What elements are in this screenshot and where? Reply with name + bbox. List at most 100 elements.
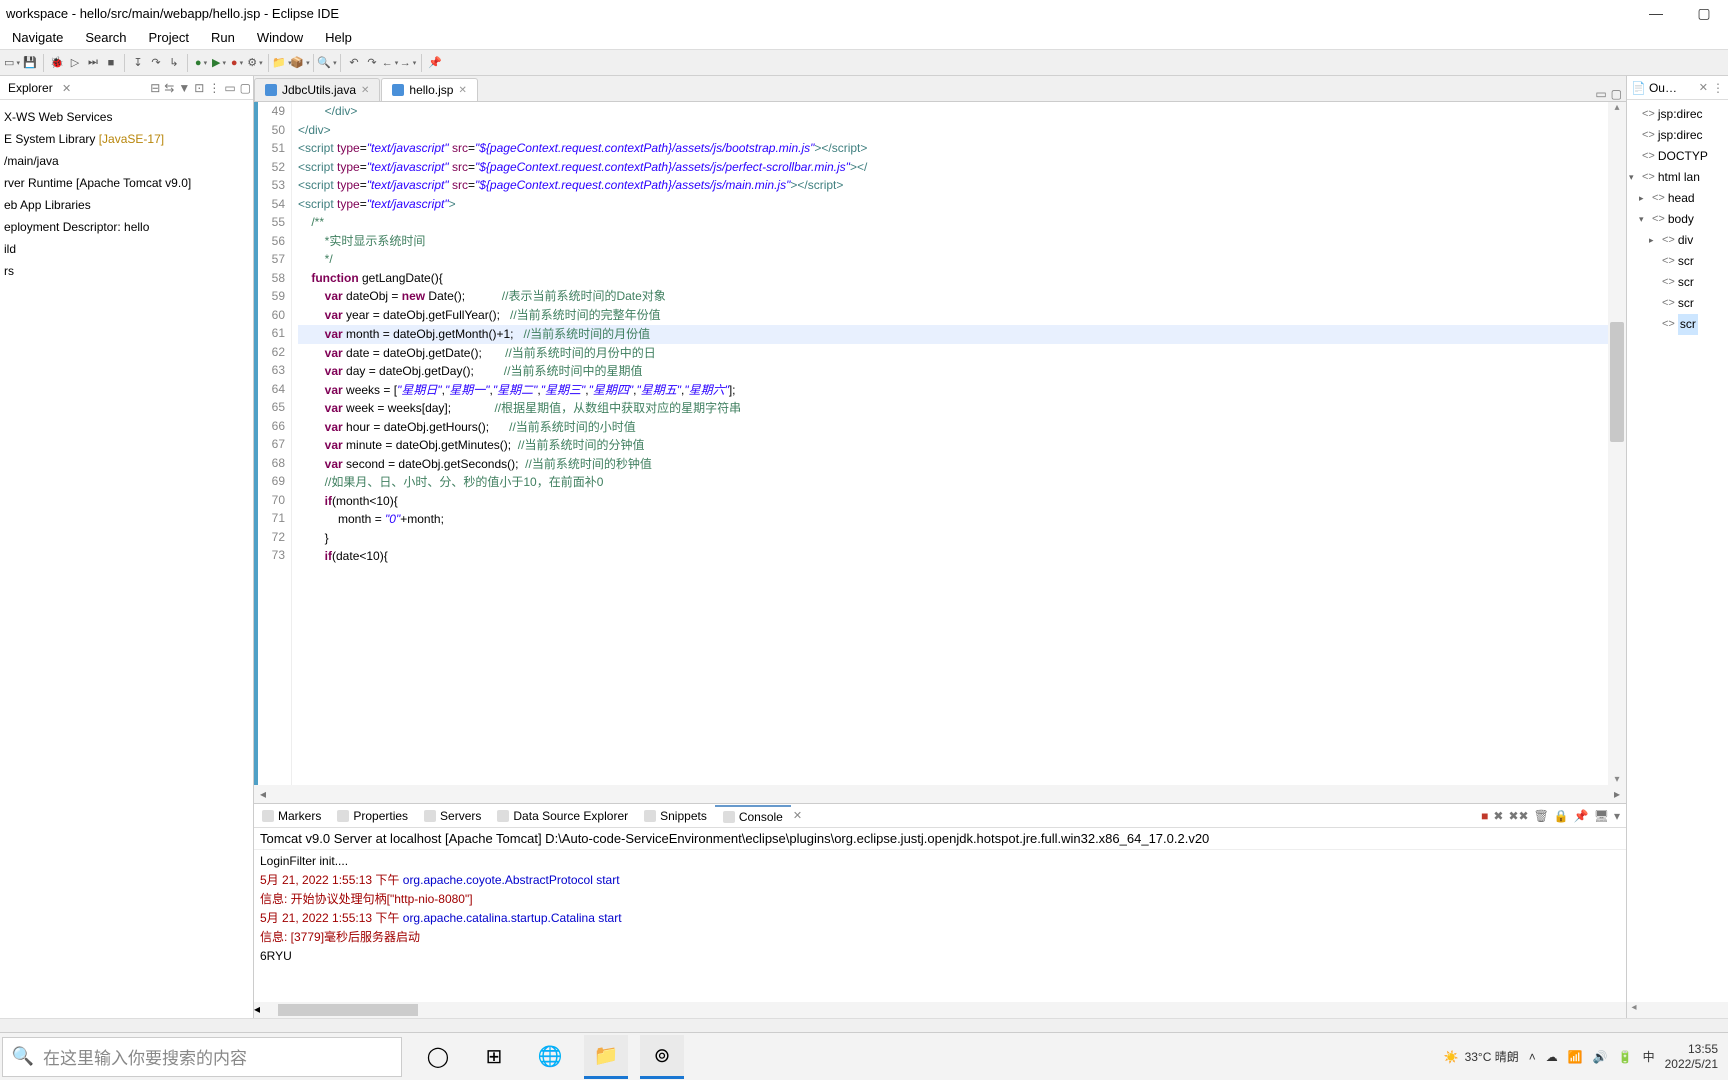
bottom-tab-markers[interactable]: Markers [254,806,329,826]
menu-navigate[interactable]: Navigate [2,27,73,48]
outline-item[interactable]: <>jsp:direc [1629,104,1726,125]
debug-icon[interactable]: 🐞 [49,55,65,71]
pin-console-icon[interactable]: 📌 [1574,809,1589,823]
task-view-icon[interactable]: ⊞ [472,1035,516,1079]
nav-back-icon[interactable]: ← [382,55,398,71]
minimize-pane-icon[interactable]: ▭ [1595,87,1606,101]
taskbar-search[interactable]: 🔍 在这里输入你要搜索的内容 [2,1037,402,1077]
menu-project[interactable]: Project [139,27,199,48]
tree-item[interactable]: ild [4,238,249,260]
outline-item[interactable]: <>scr [1629,314,1726,335]
tree-item[interactable]: /main/java [4,150,249,172]
remove-all-icon[interactable]: ✖✖ [1508,809,1528,823]
step-return-icon[interactable]: ↳ [166,55,182,71]
maximize-pane-icon[interactable]: ▢ [1611,87,1622,101]
search-icon[interactable]: 🔍 [319,55,335,71]
clear-icon[interactable]: 🗑 [1534,809,1549,823]
bottom-tab-servers[interactable]: Servers [416,806,489,826]
outline-item[interactable]: ▾<>html lan [1629,167,1726,188]
outline-item[interactable]: <>scr [1629,272,1726,293]
stop-icon[interactable]: ■ [103,55,119,71]
close-icon[interactable]: ✕ [361,85,369,96]
expand-icon[interactable]: ▸ [1649,230,1659,251]
outline-hscroll[interactable]: ◂ [1627,1002,1728,1018]
display-icon[interactable]: 🖥 [1594,809,1609,823]
pin-icon[interactable]: 📌 [427,55,443,71]
outline-item[interactable]: <>scr [1629,293,1726,314]
minimize-button[interactable]: — [1642,5,1670,22]
ext-tools-icon[interactable]: ⚙ [247,55,263,71]
eclipse-icon[interactable]: ⊚ [640,1035,684,1079]
collapse-all-icon[interactable]: ⊟ [150,81,160,95]
volume-icon[interactable]: 🔊 [1593,1050,1608,1064]
bottom-tab-properties[interactable]: Properties [329,806,416,826]
forward-icon[interactable]: ↷ [364,55,380,71]
close-icon[interactable]: ✕ [793,809,802,822]
tree-item[interactable]: eployment Descriptor: hello [4,216,249,238]
menu-window[interactable]: Window [247,27,313,48]
run-icon[interactable]: ▷ [67,55,83,71]
ime-indicator[interactable]: 中 [1643,1048,1655,1065]
nav-fwd-icon[interactable]: → [400,55,416,71]
code-area[interactable]: </div></div><script type="text/javascrip… [292,102,1626,785]
filter-icon[interactable]: ▼ [178,81,190,95]
scrollbar-thumb[interactable] [278,1004,418,1016]
outline-item[interactable]: <>jsp:direc [1629,125,1726,146]
terminate-icon[interactable]: ■ [1481,809,1488,823]
menu-run[interactable]: Run [201,27,245,48]
open-console-icon[interactable]: ▾ [1614,809,1620,823]
maximize-button[interactable]: ▢ [1690,5,1718,22]
scroll-left-icon[interactable]: ◂ [254,1002,260,1018]
coverage-icon[interactable]: ● [229,55,245,71]
outline-item[interactable]: <>scr [1629,251,1726,272]
new-icon[interactable]: ▭ [4,55,20,71]
tree-item[interactable]: E System Library [JavaSE-17] [4,128,249,150]
onedrive-icon[interactable]: ☁ [1546,1050,1558,1064]
link-editor-icon[interactable]: ⇆ [164,81,174,95]
close-icon[interactable]: ✕ [62,83,71,95]
outline-item[interactable]: ▸<>head [1629,188,1726,209]
debug-config-icon[interactable]: ▶ [211,55,227,71]
outline-tree[interactable]: <>jsp:direc<>jsp:direc<>DOCTYP▾<>html la… [1627,100,1728,339]
back-icon[interactable]: ↶ [346,55,362,71]
step-icon[interactable]: ↧ [130,55,146,71]
editor-tab[interactable]: JdbcUtils.java✕ [254,78,380,101]
tree-item[interactable]: rs [4,260,249,282]
bottom-tab-data-source-explorer[interactable]: Data Source Explorer [489,806,636,826]
bottom-tab-console[interactable]: Console [715,805,791,827]
editor-tab[interactable]: hello.jsp✕ [381,78,477,101]
console-output[interactable]: LoginFilter init....5月 21, 2022 1:55:13 … [254,850,1626,1002]
tree-item[interactable]: X-WS Web Services [4,106,249,128]
remove-icon[interactable]: ✖ [1493,809,1503,823]
close-icon[interactable]: ✕ [1699,81,1708,94]
vertical-scrollbar[interactable]: ▴ ▾ [1608,102,1626,785]
explorer-tree[interactable]: X-WS Web ServicesE System Library [JavaS… [0,100,253,288]
code-lines[interactable]: </div></div><script type="text/javascrip… [292,102,1626,566]
weather-widget[interactable]: ☀️ 33°C 晴朗 [1444,1048,1519,1065]
outline-item[interactable]: ▸<>div [1629,230,1726,251]
close-icon[interactable]: ✕ [458,85,466,96]
scroll-right-icon[interactable]: ▸ [1608,787,1626,801]
file-explorer-icon[interactable]: 📁 [584,1035,628,1079]
scroll-lock-icon[interactable]: 🔒 [1554,809,1569,823]
tray-chevron-icon[interactable]: ˄ [1529,1050,1536,1064]
view-menu-icon[interactable]: ⋮ [208,81,220,95]
min-icon[interactable]: ▭ [224,81,235,95]
expand-icon[interactable]: ▸ [1639,188,1649,209]
outline-item[interactable]: <>DOCTYP [1629,146,1726,167]
menu-help[interactable]: Help [315,27,362,48]
expand-icon[interactable]: ▾ [1629,167,1639,188]
cortana-icon[interactable]: ◯ [416,1035,460,1079]
outline-item[interactable]: ▾<>body [1629,209,1726,230]
expand-icon[interactable]: ▾ [1639,209,1649,230]
new-package-icon[interactable]: 📦 [292,55,308,71]
menu-search[interactable]: Search [75,27,136,48]
save-icon[interactable]: 💾 [22,55,38,71]
taskbar-clock[interactable]: 13:55 2022/5/21 [1665,1042,1718,1072]
scrollbar-thumb[interactable] [1610,322,1624,442]
battery-icon[interactable]: 🔋 [1618,1050,1633,1064]
skip-icon[interactable]: ⏭ [85,55,101,71]
bottom-tab-snippets[interactable]: Snippets [636,806,715,826]
step-over-icon[interactable]: ↷ [148,55,164,71]
tree-item[interactable]: eb App Libraries [4,194,249,216]
